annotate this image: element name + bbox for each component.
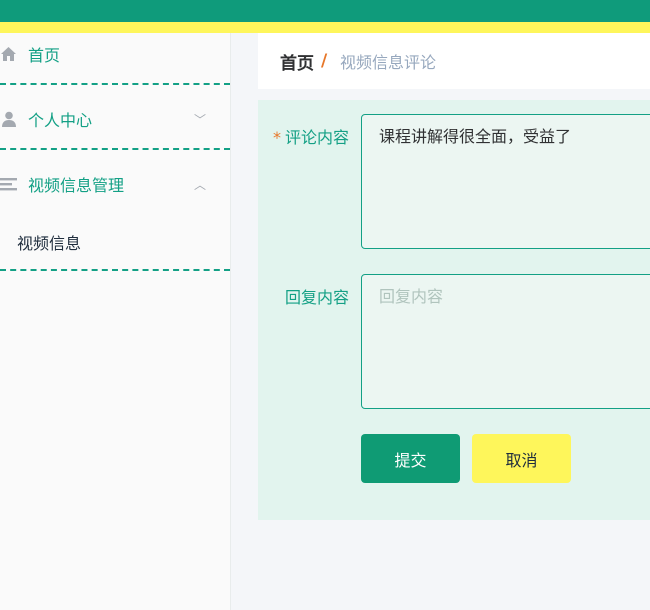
chevron-up-icon[interactable]: ︿: [194, 176, 206, 193]
breadcrumb-home[interactable]: 首页: [280, 49, 314, 74]
cancel-button[interactable]: 取消: [472, 434, 571, 483]
comment-textarea[interactable]: [361, 114, 650, 249]
sidebar-item-label: 视频信息管理: [28, 176, 125, 195]
comment-label-text: 评论内容: [285, 128, 350, 147]
sidebar-item-label: 个人中心: [28, 111, 93, 130]
sidebar: 首页 个人中心 ﹀ 视频信息管理 ︿ 视频信息: [0, 33, 231, 610]
sidebar-item-label: 首页: [28, 46, 61, 65]
reply-field-label: 回复内容: [285, 288, 350, 307]
breadcrumb-separator: /: [321, 51, 328, 71]
sidebar-divider: [0, 83, 230, 85]
top-header-stripe: [0, 22, 650, 33]
sidebar-subitem-video-info[interactable]: 视频信息: [17, 230, 81, 254]
reply-textarea[interactable]: [361, 274, 650, 409]
sidebar-divider: [0, 148, 230, 150]
breadcrumb-current: 视频信息评论: [340, 53, 437, 72]
required-mark: *: [273, 128, 281, 147]
top-header-bar: [0, 0, 650, 22]
list-icon: [0, 176, 17, 193]
submit-button[interactable]: 提交: [361, 434, 460, 483]
chevron-down-icon[interactable]: ﹀: [194, 111, 206, 128]
home-icon: [0, 46, 17, 63]
breadcrumb: 首页 / 视频信息评论: [258, 33, 650, 89]
user-icon: [0, 111, 17, 128]
comment-field-label: * 评论内容: [273, 124, 349, 148]
sidebar-item-video-management[interactable]: 视频信息管理 ︿: [0, 169, 230, 199]
sidebar-divider: [0, 269, 230, 271]
sidebar-item-personal-center[interactable]: 个人中心 ﹀: [0, 104, 230, 134]
sidebar-item-home[interactable]: 首页: [0, 39, 230, 69]
comment-form: *评论内容 回复内容 提交 取消: [258, 100, 650, 520]
